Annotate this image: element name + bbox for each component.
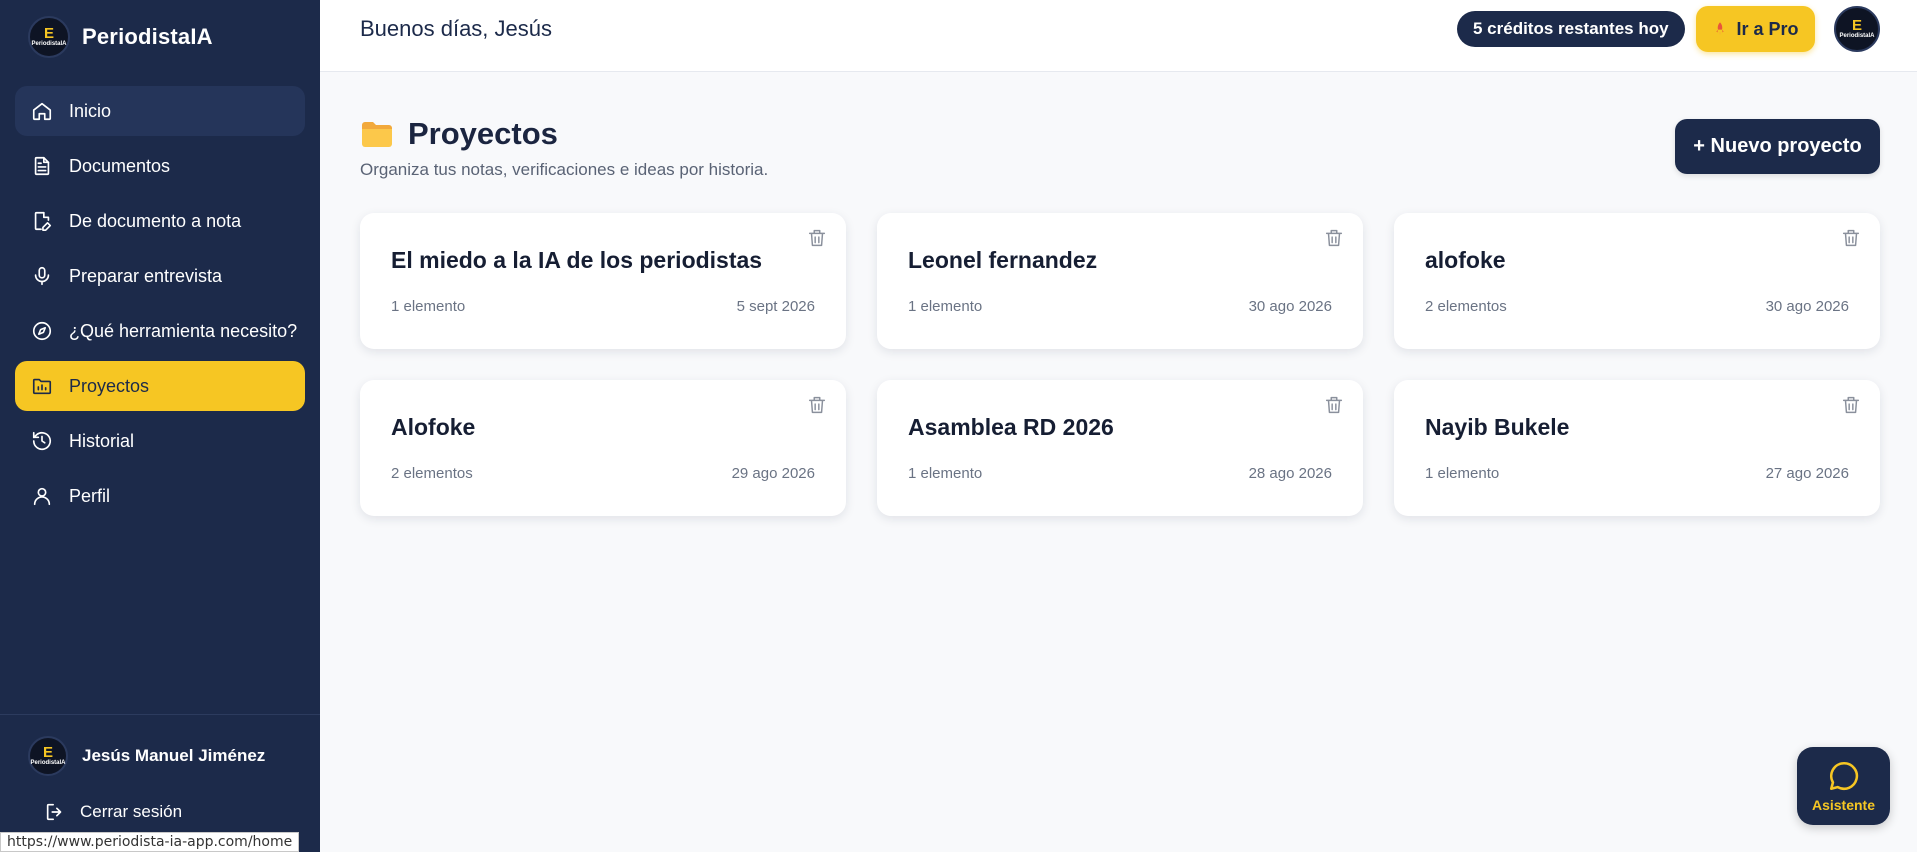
project-item-count: 1 elemento [908, 298, 983, 315]
logout-label: Cerrar sesión [80, 802, 183, 821]
logout-button[interactable]: Cerrar sesión [44, 801, 182, 823]
project-item-count: 2 elementos [1425, 298, 1507, 315]
sidebar-item-perfil[interactable]: Perfil [15, 471, 305, 521]
trash-icon [1325, 396, 1343, 414]
document-icon [34, 156, 50, 176]
project-date: 30 ago 2026 [1248, 298, 1332, 315]
history-icon [32, 431, 52, 451]
project-title: El miedo a la IA de los periodistas [391, 247, 763, 273]
trash-icon [808, 229, 826, 247]
delete-project-button[interactable] [806, 227, 828, 249]
sidebar-item-que-herramienta[interactable]: ¿Qué herramienta necesito? [15, 306, 305, 356]
project-item-count: 1 elemento [1425, 465, 1500, 482]
project-title: Asamblea RD 2026 [908, 414, 1114, 440]
trash-icon [808, 396, 826, 414]
project-card[interactable]: Asamblea RD 2026 1 elemento 28 ago 2026 [877, 380, 1363, 516]
project-title: Leonel fernandez [908, 247, 1098, 273]
brand-name: PeriodistaIA [82, 24, 213, 49]
compass-icon [32, 321, 52, 341]
project-title: alofoke [1425, 247, 1506, 273]
main-content: Proyectos Organiza tus notas, verificaci… [360, 100, 1880, 516]
chat-bubble-icon [1829, 761, 1858, 791]
project-date: 29 ago 2026 [731, 465, 815, 482]
delete-project-button[interactable] [1323, 394, 1345, 416]
delete-project-button[interactable] [1840, 394, 1862, 416]
trash-icon [1842, 229, 1860, 247]
status-bar-url: https://www.periodista-ia-app.com/home [0, 832, 300, 852]
projects-grid: El miedo a la IA de los periodistas 1 el… [360, 213, 1880, 516]
sidebar-item-label: Preparar entrevista [69, 265, 223, 286]
avatar-wordmark: PeriodistaIA [30, 759, 66, 766]
brand-logo: E PeriodistaIA [28, 16, 70, 58]
user-icon [33, 487, 51, 506]
sidebar-item-historial[interactable]: Historial [15, 416, 305, 466]
page-subtitle: Organiza tus notas, verificaciones e ide… [360, 160, 769, 179]
sidebar-item-documentos[interactable]: Documentos [15, 141, 305, 191]
sidebar-item-label: Historial [69, 430, 135, 451]
sidebar-item-inicio[interactable]: Inicio [15, 86, 305, 136]
home-icon [32, 102, 52, 121]
project-item-count: 1 elemento [908, 465, 983, 482]
delete-project-button[interactable] [1323, 227, 1345, 249]
logout-icon [46, 803, 62, 821]
trash-icon [1325, 229, 1343, 247]
user-name: Jesús Manuel Jiménez [82, 746, 266, 765]
assistant-label: Asistente [1811, 797, 1876, 813]
project-title: Nayib Bukele [1425, 414, 1570, 440]
sidebar-item-label: Perfil [69, 485, 111, 506]
project-card[interactable]: Nayib Bukele 1 elemento 27 ago 2026 [1394, 380, 1880, 516]
assistant-button[interactable]: Asistente [1797, 747, 1890, 825]
project-card[interactable]: Alofoke 2 elementos 29 ago 2026 [360, 380, 846, 516]
project-card[interactable]: Leonel fernandez 1 elemento 30 ago 2026 [877, 213, 1363, 349]
credits-badge: 5 créditos restantes hoy [1457, 11, 1685, 47]
project-item-count: 2 elementos [391, 465, 473, 482]
user-profile[interactable]: E PeriodistaIA Jesús Manuel Jiménez [28, 736, 265, 776]
delete-project-button[interactable] [1840, 227, 1862, 249]
project-date: 27 ago 2026 [1765, 465, 1849, 482]
go-pro-label: Ir a Pro [1736, 18, 1799, 39]
project-date: 5 sept 2026 [736, 298, 815, 315]
logo-wordmark: PeriodistaIA [31, 40, 67, 47]
sidebar-item-label: Documentos [69, 155, 171, 176]
project-title: Alofoke [391, 414, 476, 440]
greeting: Buenos días, Jesús [360, 16, 553, 41]
delete-project-button[interactable] [806, 394, 828, 416]
project-item-count: 1 elemento [391, 298, 466, 315]
go-pro-button[interactable]: Ir a Pro [1696, 6, 1815, 52]
account-avatar[interactable]: E PeriodistaIA [1834, 6, 1880, 52]
new-project-button[interactable]: + Nuevo proyecto [1675, 119, 1880, 174]
folder-chart-icon [32, 378, 52, 395]
sidebar-item-label: ¿Qué herramienta necesito? [69, 320, 298, 341]
project-card[interactable]: alofoke 2 elementos 30 ago 2026 [1394, 213, 1880, 349]
trash-icon [1842, 396, 1860, 414]
sidebar-item-documento-a-nota[interactable]: De documento a nota [15, 196, 305, 246]
project-date: 28 ago 2026 [1248, 465, 1332, 482]
sidebar-item-label: De documento a nota [69, 210, 242, 231]
project-date: 30 ago 2026 [1765, 298, 1849, 315]
avatar: E PeriodistaIA [28, 736, 68, 776]
microphone-icon [34, 266, 50, 286]
top-bar: Buenos días, Jesús 5 créditos restantes … [320, 0, 1917, 72]
rocket-icon [1716, 22, 1725, 35]
sidebar-item-preparar-entrevista[interactable]: Preparar entrevista [15, 251, 305, 301]
document-edit-icon [34, 211, 52, 231]
brand[interactable]: E PeriodistaIA PeriodistaIA [28, 16, 213, 58]
account-avatar-wordmark: PeriodistaIA [1839, 32, 1875, 39]
project-card[interactable]: El miedo a la IA de los periodistas 1 el… [360, 213, 846, 349]
sidebar-item-proyectos[interactable]: Proyectos [15, 361, 305, 411]
sidebar: E PeriodistaIA PeriodistaIA Inicio Docum… [0, 0, 320, 852]
sidebar-item-label: Proyectos [69, 375, 150, 396]
sidebar-item-label: Inicio [69, 100, 112, 121]
page-header: Proyectos [360, 116, 1880, 152]
folder-icon [362, 122, 392, 147]
page-title: Proyectos [408, 116, 558, 151]
sidebar-nav: Inicio Documentos De documento a nota Pr… [15, 86, 305, 526]
